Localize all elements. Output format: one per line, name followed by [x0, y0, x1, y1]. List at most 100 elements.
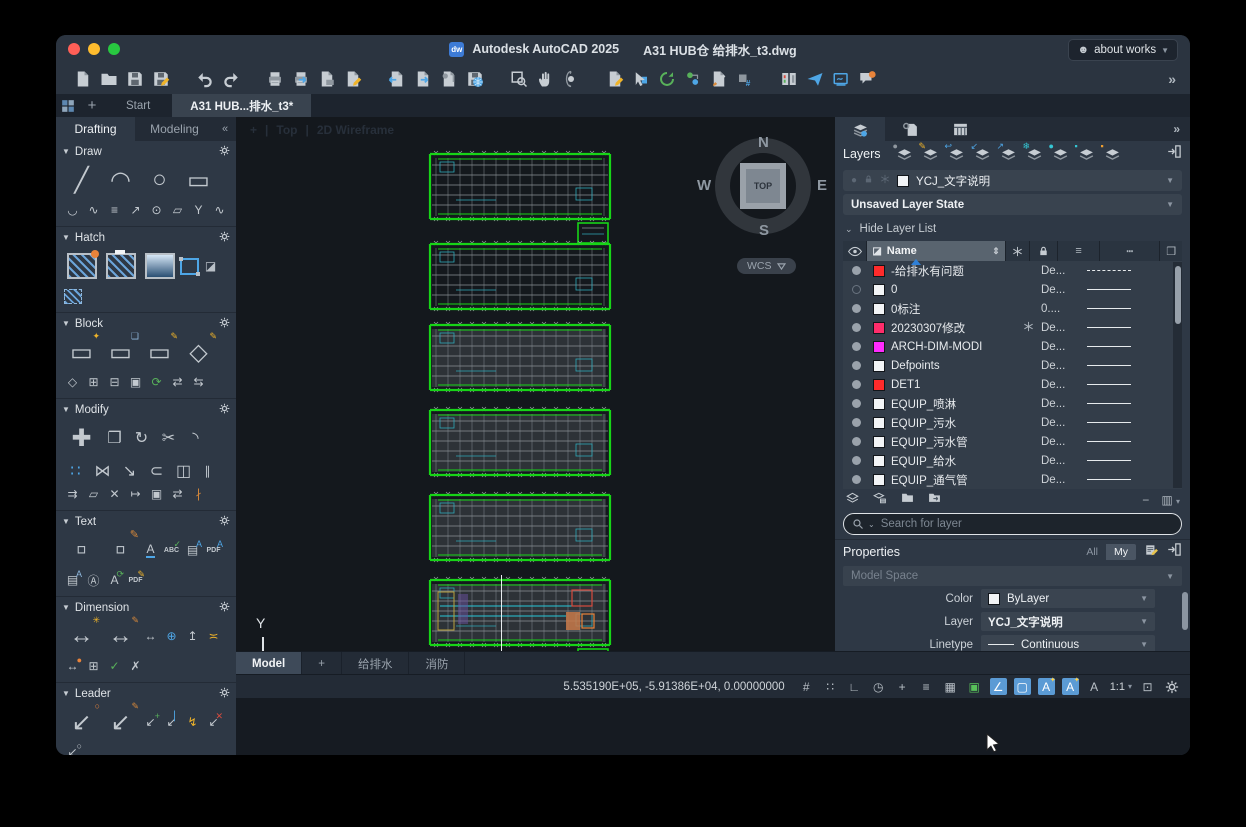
- rotate-icon[interactable]: ↻: [128, 425, 155, 451]
- wcs-dropdown[interactable]: WCS: [737, 258, 796, 274]
- layer-freeze-icon[interactable]: ❄: [1023, 143, 1047, 165]
- block-replace-icon[interactable]: ⇄: [167, 372, 188, 392]
- layer-color-swatch[interactable]: [873, 436, 885, 448]
- block-sync-icon[interactable]: ⟳: [146, 372, 167, 392]
- hatch-select-icon[interactable]: [62, 286, 83, 306]
- layer-visibility-dot[interactable]: [843, 418, 869, 427]
- auto-hide-pin-icon[interactable]: [1167, 144, 1182, 164]
- redo-icon[interactable]: [218, 67, 244, 91]
- viewport-visualstyle-label[interactable]: 2D Wireframe: [317, 123, 394, 137]
- layer-color-swatch[interactable]: [873, 379, 885, 391]
- layer-row[interactable]: EQUIP_喷淋De...: [843, 394, 1182, 413]
- boundary-icon[interactable]: [179, 256, 200, 276]
- layer-off-icon[interactable]: ●: [1049, 143, 1073, 165]
- trim-icon[interactable]: ✂: [155, 425, 182, 451]
- multiline-text-icon[interactable]: ▫: [62, 530, 101, 570]
- replace-icon[interactable]: ⇄: [167, 484, 188, 504]
- mirror-icon[interactable]: ⋈: [89, 458, 116, 484]
- polar-tracking-icon[interactable]: ◷: [870, 678, 887, 695]
- polyline-icon[interactable]: ∿: [83, 200, 104, 220]
- page-setup-icon[interactable]: [340, 67, 366, 91]
- add-leader-icon[interactable]: ↙+: [140, 712, 161, 732]
- color-dropdown[interactable]: ByLayer ▼: [981, 589, 1155, 608]
- layer-lineweight[interactable]: De...: [1041, 455, 1087, 467]
- open-folder-icon[interactable]: [96, 67, 122, 91]
- remove-leader-icon[interactable]: ↙✕: [203, 712, 224, 732]
- move-icon[interactable]: ✚: [62, 418, 101, 458]
- layer-list-scrollbar[interactable]: [1173, 262, 1182, 488]
- section-header-draw[interactable]: ▼Draw: [62, 143, 230, 160]
- layer-list-header[interactable]: ◪ Name ⇕ ≡ ┅ ❒: [843, 241, 1182, 261]
- layer-lineweight[interactable]: De...: [1041, 417, 1087, 429]
- account-button[interactable]: ☻ about works ▼: [1068, 39, 1178, 61]
- viewport-plus[interactable]: +: [250, 123, 257, 137]
- export-icon[interactable]: [410, 67, 436, 91]
- layer-color-swatch[interactable]: [873, 341, 885, 353]
- section-header-dimension[interactable]: ▼Dimension: [62, 599, 230, 616]
- viewport-controls[interactable]: +| Top| 2D Wireframe: [250, 123, 394, 137]
- hatch-edit-icon[interactable]: [101, 246, 140, 286]
- tab-grid-icon[interactable]: [56, 94, 80, 117]
- drawing-canvas[interactable]: +| Top| 2D Wireframe N W E S TOP WCS: [236, 117, 835, 652]
- layer-dropdown[interactable]: YCJ_文字说明 ▼: [981, 612, 1155, 631]
- layer-previous-icon[interactable]: ↩: [945, 143, 969, 165]
- center-mark-icon[interactable]: ⊕: [161, 626, 182, 646]
- update-icon[interactable]: [654, 67, 680, 91]
- column-name[interactable]: ◪ Name ⇕: [867, 241, 1005, 261]
- zoom-window-icon[interactable]: [506, 67, 532, 91]
- circle-icon[interactable]: ○: [140, 160, 179, 200]
- ortho-mode-icon[interactable]: ∟: [846, 678, 863, 695]
- rectangle-icon[interactable]: ▭: [179, 160, 218, 200]
- filter-my-button[interactable]: My: [1106, 544, 1136, 560]
- annotate-icon[interactable]: [602, 67, 628, 91]
- arc2-icon[interactable]: ◡: [62, 200, 83, 220]
- stretch-icon[interactable]: ↘: [116, 458, 143, 484]
- gear-icon[interactable]: [219, 601, 230, 615]
- tool-tab-drafting[interactable]: Drafting: [56, 117, 135, 141]
- layer-edit-icon[interactable]: ✎: [919, 143, 943, 165]
- layer-linetype[interactable]: [1087, 403, 1153, 404]
- layer-vp-freeze[interactable]: [1015, 321, 1041, 335]
- annotation-visibility-icon[interactable]: A✦: [1038, 678, 1055, 695]
- open-folder-icon[interactable]: [900, 491, 915, 509]
- tab-start[interactable]: Start: [104, 94, 172, 117]
- layer-linetype[interactable]: [1087, 479, 1153, 480]
- layer-row[interactable]: -给排水有问题De...: [843, 261, 1182, 280]
- layer-search-input[interactable]: [879, 517, 1133, 531]
- layer-row[interactable]: DefpointsDe...: [843, 356, 1182, 375]
- text-table-icon[interactable]: ▤A: [182, 540, 203, 560]
- annotation-autoscale-icon[interactable]: A✦: [1062, 678, 1079, 695]
- layer-linetype[interactable]: [1087, 289, 1153, 290]
- align-leader-icon[interactable]: ↙▏: [161, 712, 182, 732]
- copy-icon[interactable]: ❐: [101, 425, 128, 451]
- gear-icon[interactable]: [219, 515, 230, 529]
- layer-visibility-dot[interactable]: [843, 475, 869, 484]
- layout-tab-给排水[interactable]: 给排水: [342, 652, 410, 675]
- object-snap-icon[interactable]: ▢: [1014, 678, 1031, 695]
- layer-lineweight[interactable]: De...: [1041, 360, 1087, 372]
- column-plot-icon[interactable]: ❒: [1160, 241, 1182, 261]
- layer-linetype[interactable]: [1087, 460, 1153, 461]
- gradient-icon[interactable]: [140, 246, 179, 286]
- layer-lock-icon[interactable]: ▪: [1075, 143, 1099, 165]
- new-tab-button[interactable]: +: [80, 94, 104, 117]
- layer-lineweight[interactable]: De...: [1041, 436, 1087, 448]
- block-add-icon[interactable]: ▣: [125, 372, 146, 392]
- column-lineweight-icon[interactable]: ≡: [1058, 241, 1100, 261]
- layer-unisolate-icon[interactable]: ↗: [997, 143, 1021, 165]
- insert-block-icon[interactable]: ▭✦: [62, 332, 101, 372]
- system-window-icon[interactable]: [828, 67, 854, 91]
- undo-icon[interactable]: [192, 67, 218, 91]
- underline-text-icon[interactable]: A: [140, 540, 161, 560]
- dim-style-icon[interactable]: ↔✎: [101, 616, 140, 656]
- layer-row[interactable]: EQUIP_给水De...: [843, 451, 1182, 470]
- new-layout-button[interactable]: +: [302, 652, 342, 675]
- layer-linetype[interactable]: [1087, 441, 1153, 442]
- break-dim-icon[interactable]: ✗: [125, 656, 146, 676]
- column-visibility-eye-icon[interactable]: [843, 241, 867, 261]
- point-style-icon[interactable]: [680, 67, 706, 91]
- isometric-drafting-icon[interactable]: ∠: [990, 678, 1007, 695]
- tool-tab-modeling[interactable]: Modeling: [135, 117, 214, 141]
- delete-icon[interactable]: ✕: [104, 484, 125, 504]
- spell-check-icon[interactable]: ABC✓: [161, 540, 182, 560]
